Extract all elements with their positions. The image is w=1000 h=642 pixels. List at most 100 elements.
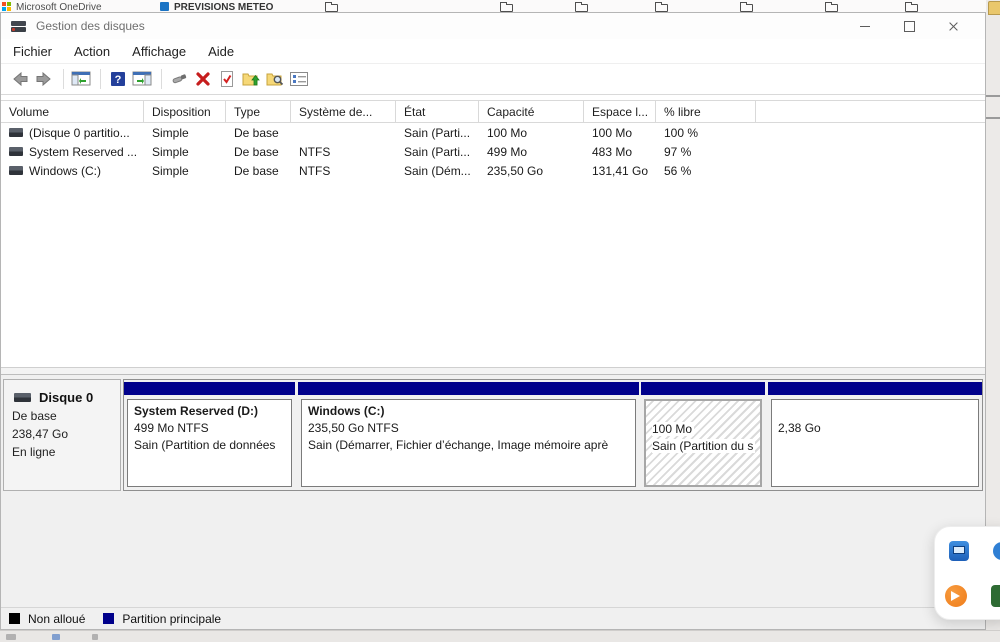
disk-icon [14,393,31,402]
maximize-button[interactable] [887,13,931,39]
tab-label: PREVISIONS METEO [174,2,273,12]
volume-cell: (Disque 0 partitio... [1,123,144,142]
pane-splitter[interactable] [1,367,985,375]
browser-tab-strip: Microsoft OneDrive PREVISIONS METEO [0,0,1000,12]
column-header-pct-libre[interactable]: % libre [656,101,756,122]
column-header-espace-libre[interactable]: Espace l... [584,101,656,122]
browser-tab[interactable] [575,2,588,12]
remote-app-icon[interactable] [949,541,969,561]
taskbar-icon-fragment [52,634,60,640]
browser-tab-meteo[interactable]: PREVISIONS METEO [160,2,273,12]
folder-up-icon [241,70,261,88]
properties-icon [289,70,309,88]
partition-info: 499 Mo NTFS [134,420,285,437]
volume-row-windows-c[interactable]: Windows (C:) Simple De base NTFS Sain (D… [1,161,985,180]
browser-tab[interactable] [905,2,918,12]
back-icon [11,70,29,88]
pointer-tool-icon [170,70,188,88]
column-header-disposition[interactable]: Disposition [144,101,226,122]
toolbar-separator [100,69,101,89]
search-folder-button[interactable] [264,68,286,90]
partition-name [778,403,972,420]
menu-fichier[interactable]: Fichier [13,44,63,59]
window-edge-line [986,95,1000,97]
filler-cell [756,142,985,161]
action-pane-icon [132,70,152,88]
volume-row-system-reserved[interactable]: System Reserved ... Simple De base NTFS … [1,142,985,161]
column-header-volume[interactable]: Volume [1,101,144,122]
partition-windows-c[interactable]: Windows (C:) 235,50 Go NTFS Sain (Démarr… [298,380,639,490]
title-bar[interactable]: Gestion des disques [1,13,985,39]
browser-tab[interactable] [325,2,338,12]
close-button[interactable] [931,13,975,39]
menu-affichage[interactable]: Affichage [132,44,197,59]
partition-info: 235,50 Go NTFS [308,420,629,437]
column-header-filler [756,101,985,122]
menu-action[interactable]: Action [74,44,121,59]
partition-system-reserved[interactable]: System Reserved (D:) 499 Mo NTFS Sain (P… [124,380,295,490]
type-cell: De base [226,161,291,180]
column-header-capacite[interactable]: Capacité [479,101,584,122]
graphical-pane: Disque 0 De base 238,47 Go En ligne Syst… [1,375,985,629]
validate-button[interactable] [216,68,238,90]
console-tree-icon [71,70,91,88]
capacite-cell: 100 Mo [479,123,584,142]
partition-system-100mo-selected[interactable]: 100 Mo Sain (Partition du s [641,380,765,490]
screen: Microsoft OneDrive PREVISIONS METEO Gest… [0,0,1000,642]
primary-partition-bar [768,382,982,395]
libre-cell: 97 % [656,142,756,161]
avast-icon[interactable] [945,585,967,607]
folder-icon [825,4,838,12]
filler-cell [756,123,985,142]
forward-button[interactable] [33,68,55,90]
toolbar: ? [1,64,985,95]
partial-app-icon[interactable] [991,585,1000,607]
help-icon: ? [109,70,127,88]
toolbar-separator [161,69,162,89]
browser-tab[interactable] [825,2,838,12]
partition-status: Sain (Partition du s [652,438,754,455]
folder-icon [500,4,513,12]
column-header-type[interactable]: Type [226,101,291,122]
folder-icon [575,4,588,12]
export-folder-button[interactable] [240,68,262,90]
browser-tab-onedrive[interactable]: Microsoft OneDrive [2,2,102,12]
pointer-tool-button[interactable] [168,68,190,90]
taskbar-edge [0,630,1000,642]
back-button[interactable] [9,68,31,90]
tab-label: Microsoft OneDrive [16,2,102,12]
browser-tab[interactable] [740,2,753,12]
partition-name: System Reserved (D:) [134,403,285,420]
column-header-filesystem[interactable]: Système de... [291,101,396,122]
toolbar-separator [63,69,64,89]
espace-cell: 100 Mo [584,123,656,142]
disk-management-window: Gestion des disques Fichier Action Affic… [0,12,986,630]
floating-dock [934,526,1000,620]
properties-button[interactable] [288,68,310,90]
partition-status: Sain (Démarrer, Fichier d’échange, Image… [308,437,629,454]
partition-info: 2,38 Go [778,420,972,437]
volume-icon [9,147,23,156]
delete-button[interactable] [192,68,214,90]
partition-2-38go[interactable]: 2,38 Go [768,380,982,490]
browser-tab[interactable] [655,2,668,12]
folder-icon [905,4,918,12]
column-header-etat[interactable]: État [396,101,479,122]
disk0-info-box[interactable]: Disque 0 De base 238,47 Go En ligne [3,379,121,491]
show-action-pane-button[interactable] [131,68,153,90]
primary-partition-bar [124,382,295,395]
browser-tab[interactable] [500,2,513,12]
disk-name: Disque 0 [39,390,93,405]
volume-icon [9,128,23,137]
partition-strip: System Reserved (D:) 499 Mo NTFS Sain (P… [123,379,983,491]
filler-cell [756,161,985,180]
help-button[interactable]: ? [107,68,129,90]
taskbar-icon-fragment [92,634,98,640]
menu-aide[interactable]: Aide [208,44,245,59]
volume-list-header: Volume Disposition Type Système de... Ét… [1,100,985,123]
show-console-tree-button[interactable] [70,68,92,90]
partial-app-icon[interactable] [993,542,1000,560]
partition-name: Windows (C:) [308,403,629,420]
minimize-button[interactable] [843,13,887,39]
volume-row-efi[interactable]: (Disque 0 partitio... Simple De base Sai… [1,123,985,142]
